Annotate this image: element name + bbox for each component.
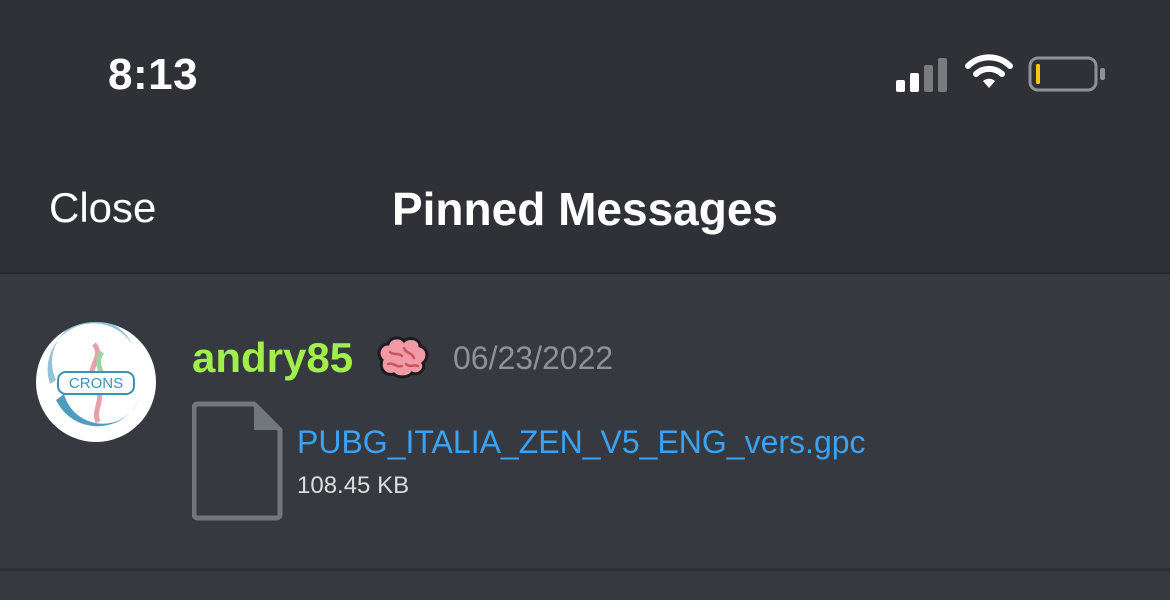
brain-icon xyxy=(377,336,429,379)
avatar[interactable]: CRONS xyxy=(36,322,156,442)
cellular-signal-icon xyxy=(896,58,947,92)
username[interactable]: andry85 xyxy=(192,334,353,382)
nav-header: Close Pinned Messages xyxy=(0,150,1170,274)
avatar-logo-text: CRONS xyxy=(69,375,123,392)
message-divider xyxy=(0,568,1170,571)
pinned-messages-screen: 8:13 Close Pinned Messages CRONS andry85… xyxy=(0,0,1170,600)
crons-logo-icon: CRONS xyxy=(38,322,154,440)
battery-icon xyxy=(1028,56,1105,92)
status-time: 8:13 xyxy=(108,50,199,99)
pinned-message[interactable]: CRONS andry85 06/23/2022 PUBG_ITALIA_ZEN… xyxy=(0,274,1170,568)
file-attachment[interactable]: PUBG_ITALIA_ZEN_V5_ENG_vers.gpc 108.45 K… xyxy=(192,400,912,522)
message-list: CRONS andry85 06/23/2022 PUBG_ITALIA_ZEN… xyxy=(0,274,1170,600)
status-bar: 8:13 xyxy=(0,0,1170,150)
file-icon xyxy=(192,401,283,521)
attachment-file-size: 108.45 KB xyxy=(297,472,410,499)
message-timestamp: 06/23/2022 xyxy=(453,340,614,376)
status-icons xyxy=(896,54,1116,94)
attachment-file-name[interactable]: PUBG_ITALIA_ZEN_V5_ENG_vers.gpc xyxy=(297,424,866,461)
page-title: Pinned Messages xyxy=(391,183,779,235)
wifi-icon xyxy=(965,54,1013,88)
